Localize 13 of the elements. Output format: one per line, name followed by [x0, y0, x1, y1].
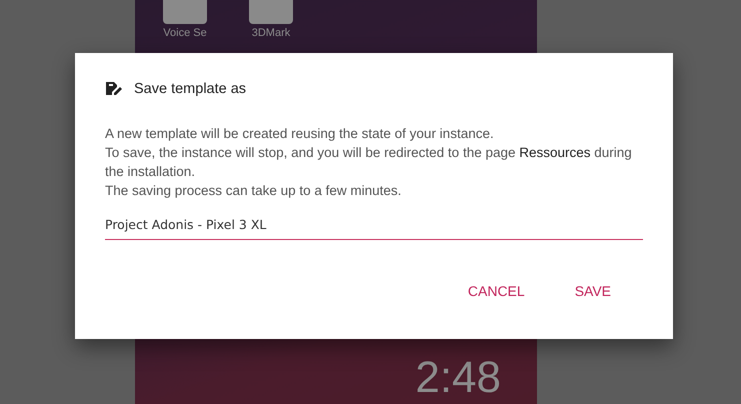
description-text: A new template will be created reusing the state of your instance. — [105, 125, 495, 143]
save-edit-icon — [105, 81, 123, 97]
app-icon[interactable] — [163, 0, 207, 24]
app-label: 3DMark — [252, 27, 290, 39]
save-button[interactable]: SAVE — [556, 275, 629, 307]
template-name-field[interactable]: Project Adonis - Pixel 3 XL — [105, 217, 643, 240]
description-text: To save, the instance will stop, and you will be redirected to the page Ressources during the installation. — [105, 144, 633, 181]
app-icon[interactable] — [249, 0, 293, 24]
description-text: The saving process can take up to a few minutes. — [105, 182, 402, 200]
cancel-button[interactable]: CANCEL — [450, 275, 543, 307]
dialog-title: Save template as — [134, 81, 246, 97]
app-label: Voice Se — [163, 27, 207, 39]
clock-time: 2:48 — [415, 356, 501, 400]
